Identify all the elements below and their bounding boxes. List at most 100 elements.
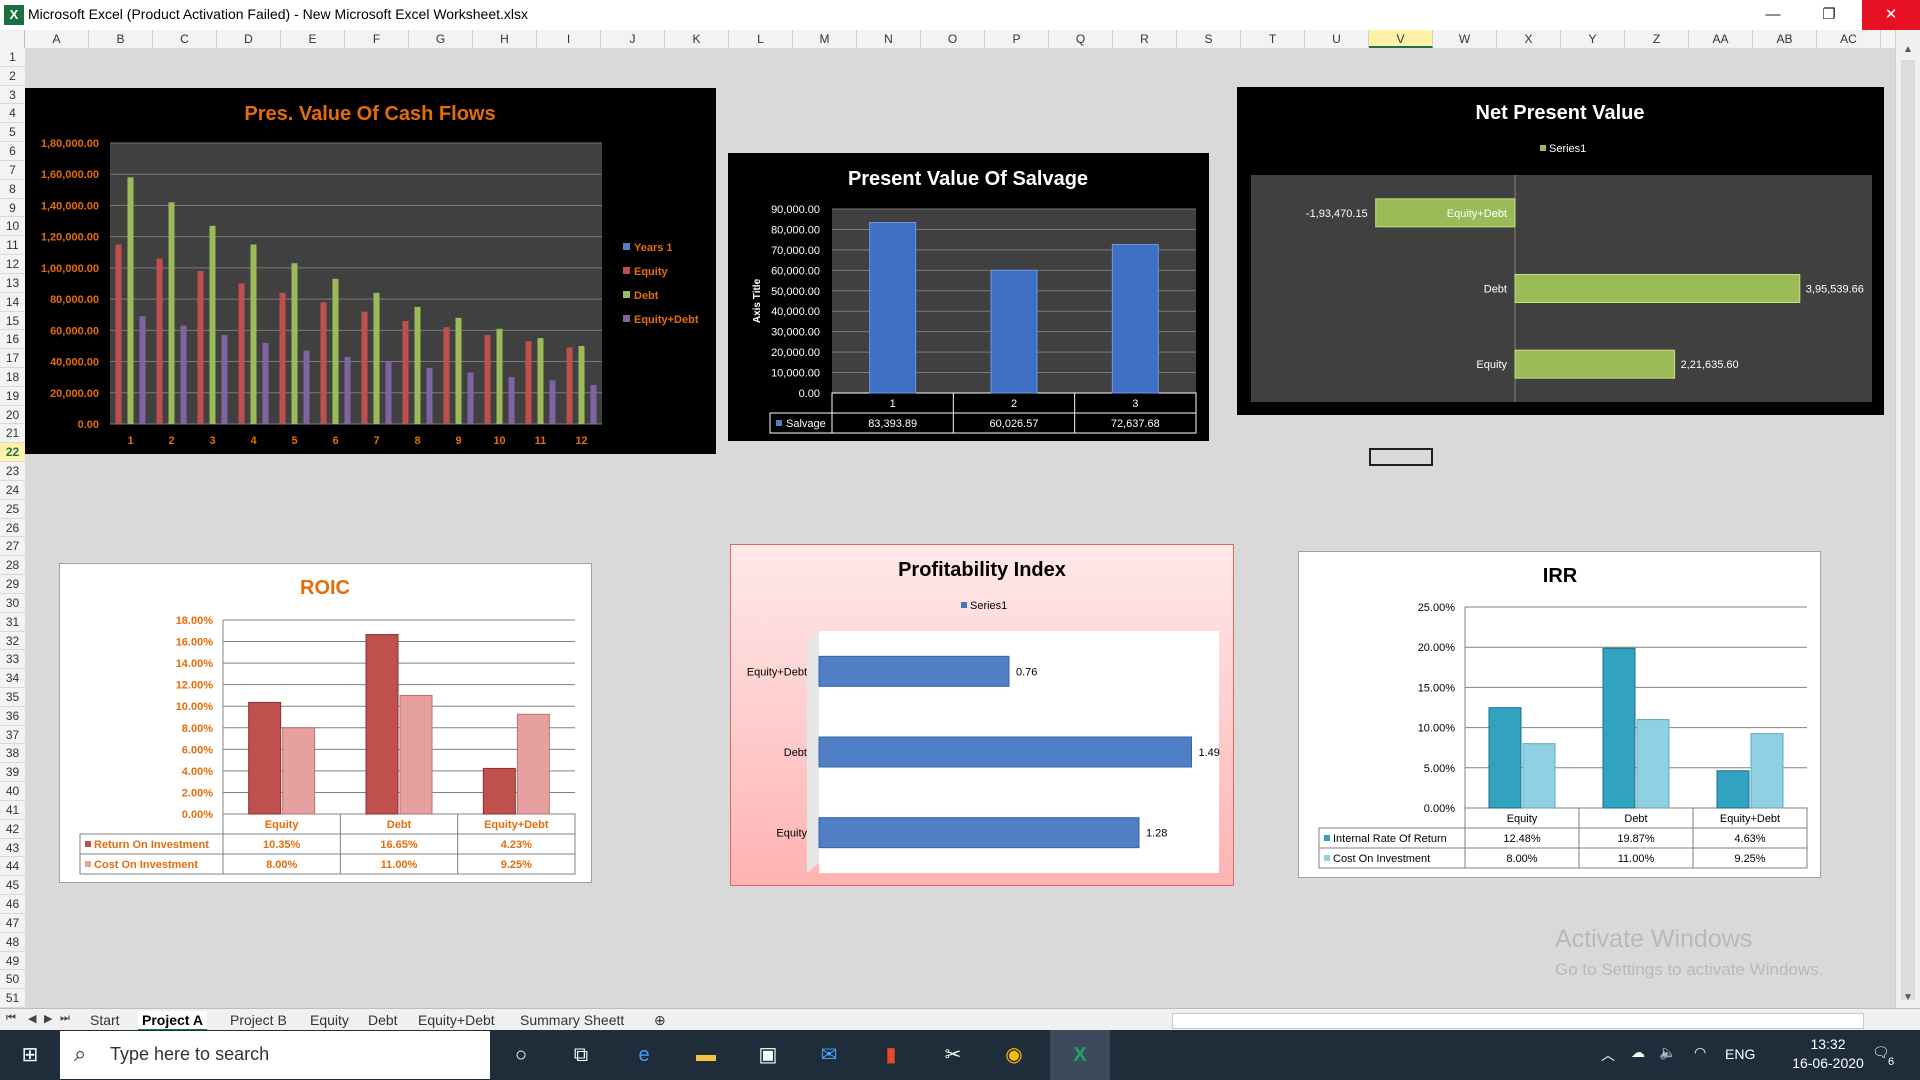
- row-header-8[interactable]: 8: [0, 180, 25, 199]
- column-header-Z[interactable]: Z: [1625, 30, 1689, 48]
- next-sheet-icon[interactable]: ▶: [44, 1012, 52, 1025]
- profitability-index-chart[interactable]: Profitability Index Series1 Equity+Debt 0.7…: [730, 544, 1234, 886]
- first-sheet-icon[interactable]: ⏮: [6, 1012, 16, 1025]
- sheet-tab-start[interactable]: Start: [86, 1011, 124, 1029]
- vertical-scrollbar[interactable]: ▲ ▼: [1895, 30, 1920, 1008]
- column-header-M[interactable]: M: [793, 30, 857, 48]
- store-icon[interactable]: ▣: [752, 1040, 784, 1070]
- row-header-29[interactable]: 29: [0, 575, 25, 594]
- row-header-3[interactable]: 3: [0, 86, 25, 105]
- row-header-1[interactable]: 1: [0, 48, 25, 67]
- show-hidden-icons-icon[interactable]: ︿: [1601, 1045, 1615, 1065]
- language-indicator[interactable]: ENG: [1725, 1046, 1755, 1062]
- row-header-22[interactable]: 22: [0, 443, 25, 463]
- vertical-scroll-thumb[interactable]: [1901, 60, 1915, 1000]
- row-header-46[interactable]: 46: [0, 895, 25, 914]
- row-header-37[interactable]: 37: [0, 726, 25, 745]
- column-header-AA[interactable]: AA: [1689, 30, 1753, 48]
- row-header-48[interactable]: 48: [0, 933, 25, 952]
- column-header-V[interactable]: V: [1369, 30, 1433, 48]
- column-header-R[interactable]: R: [1113, 30, 1177, 48]
- minimize-button[interactable]: —: [1750, 0, 1796, 30]
- salvage-chart[interactable]: Present Value Of Salvage 90,000.00 80,000.…: [728, 153, 1209, 441]
- row-header-35[interactable]: 35: [0, 688, 25, 707]
- column-header-S[interactable]: S: [1177, 30, 1241, 48]
- column-header-O[interactable]: O: [921, 30, 985, 48]
- column-header-D[interactable]: D: [217, 30, 281, 48]
- row-header-47[interactable]: 47: [0, 914, 25, 933]
- sheet-tab-project-a[interactable]: Project A: [138, 1011, 207, 1031]
- sheet-tab-equity-debt[interactable]: Equity+Debt: [414, 1011, 499, 1029]
- row-header-6[interactable]: 6: [0, 142, 25, 161]
- scroll-down-icon[interactable]: ▼: [1903, 992, 1913, 1003]
- row-header-40[interactable]: 40: [0, 782, 25, 801]
- wifi-icon[interactable]: ◠: [1694, 1044, 1706, 1061]
- row-header-36[interactable]: 36: [0, 707, 25, 726]
- row-header-11[interactable]: 11: [0, 236, 25, 256]
- row-header-17[interactable]: 17: [0, 349, 25, 368]
- column-header-J[interactable]: J: [601, 30, 665, 48]
- row-header-24[interactable]: 24: [0, 481, 25, 500]
- snipping-tool-icon[interactable]: ✂: [937, 1040, 969, 1070]
- roic-chart[interactable]: ROIC 18.00% 16.00% 14.00% 12.00% 10.00% 8.00% 6…: [59, 563, 592, 883]
- column-header-AB[interactable]: AB: [1753, 30, 1817, 48]
- row-header-16[interactable]: 16: [0, 330, 25, 350]
- column-header-Q[interactable]: Q: [1049, 30, 1113, 48]
- new-sheet-icon[interactable]: ⊕: [650, 1011, 670, 1029]
- last-sheet-icon[interactable]: ⏭: [60, 1012, 70, 1025]
- column-header-W[interactable]: W: [1433, 30, 1497, 48]
- column-header-B[interactable]: B: [89, 30, 153, 48]
- row-header-30[interactable]: 30: [0, 594, 25, 613]
- horizontal-scrollbar[interactable]: [1172, 1013, 1864, 1029]
- prev-sheet-icon[interactable]: ◀: [28, 1012, 36, 1025]
- windows-start-icon[interactable]: ⊞: [14, 1040, 46, 1070]
- search-input[interactable]: Type here to search: [110, 1044, 269, 1065]
- row-header-39[interactable]: 39: [0, 763, 25, 783]
- row-header-50[interactable]: 50: [0, 970, 25, 990]
- row-header-19[interactable]: 19: [0, 387, 25, 406]
- excel-taskbar-icon[interactable]: X: [1050, 1030, 1110, 1080]
- row-header-49[interactable]: 49: [0, 952, 25, 971]
- column-header-Y[interactable]: Y: [1561, 30, 1625, 48]
- column-header-E[interactable]: E: [281, 30, 345, 48]
- cortana-icon[interactable]: ○: [505, 1040, 537, 1070]
- row-header-32[interactable]: 32: [0, 632, 25, 651]
- row-header-45[interactable]: 45: [0, 876, 25, 896]
- office-icon[interactable]: ▮: [875, 1040, 907, 1070]
- row-header-42[interactable]: 42: [0, 820, 25, 839]
- row-header-43[interactable]: 43: [0, 839, 25, 858]
- selected-cell[interactable]: [1369, 448, 1433, 466]
- taskbar-search-box[interactable]: ⌕ Type here to search: [60, 1031, 490, 1079]
- column-header-T[interactable]: T: [1241, 30, 1305, 48]
- row-header-41[interactable]: 41: [0, 801, 25, 820]
- row-header-28[interactable]: 28: [0, 556, 25, 576]
- row-header-21[interactable]: 21: [0, 424, 25, 444]
- npv-chart[interactable]: Net Present Value Series1 Equity+Debt -1,93…: [1237, 87, 1884, 415]
- sheet-tab-project-b[interactable]: Project B: [226, 1011, 291, 1029]
- column-header-G[interactable]: G: [409, 30, 473, 48]
- restore-button[interactable]: ❐: [1806, 0, 1852, 30]
- column-header-F[interactable]: F: [345, 30, 409, 48]
- column-header-L[interactable]: L: [729, 30, 793, 48]
- column-header-C[interactable]: C: [153, 30, 217, 48]
- row-header-13[interactable]: 13: [0, 274, 25, 293]
- column-header-I[interactable]: I: [537, 30, 601, 48]
- row-header-5[interactable]: 5: [0, 123, 25, 143]
- column-header-P[interactable]: P: [985, 30, 1049, 48]
- column-header-X[interactable]: X: [1497, 30, 1561, 48]
- column-header-AC[interactable]: AC: [1817, 30, 1881, 48]
- row-header-31[interactable]: 31: [0, 613, 25, 632]
- row-header-7[interactable]: 7: [0, 161, 25, 180]
- row-header-51[interactable]: 51: [0, 989, 25, 1008]
- row-header-26[interactable]: 26: [0, 519, 25, 538]
- volume-icon[interactable]: 🔈: [1659, 1044, 1676, 1061]
- row-header-10[interactable]: 10: [0, 217, 25, 237]
- column-header-U[interactable]: U: [1305, 30, 1369, 48]
- row-header-27[interactable]: 27: [0, 537, 25, 557]
- row-header-15[interactable]: 15: [0, 312, 25, 331]
- clock[interactable]: 13:32 16-06-2020: [1788, 1036, 1868, 1071]
- edge-browser-icon[interactable]: e: [628, 1040, 660, 1070]
- row-header-2[interactable]: 2: [0, 67, 25, 86]
- irr-chart[interactable]: IRR 25.00% 20.00% 15.00% 10.00% 5.00% 0.00% Int…: [1298, 551, 1821, 878]
- column-header-A[interactable]: A: [25, 30, 89, 48]
